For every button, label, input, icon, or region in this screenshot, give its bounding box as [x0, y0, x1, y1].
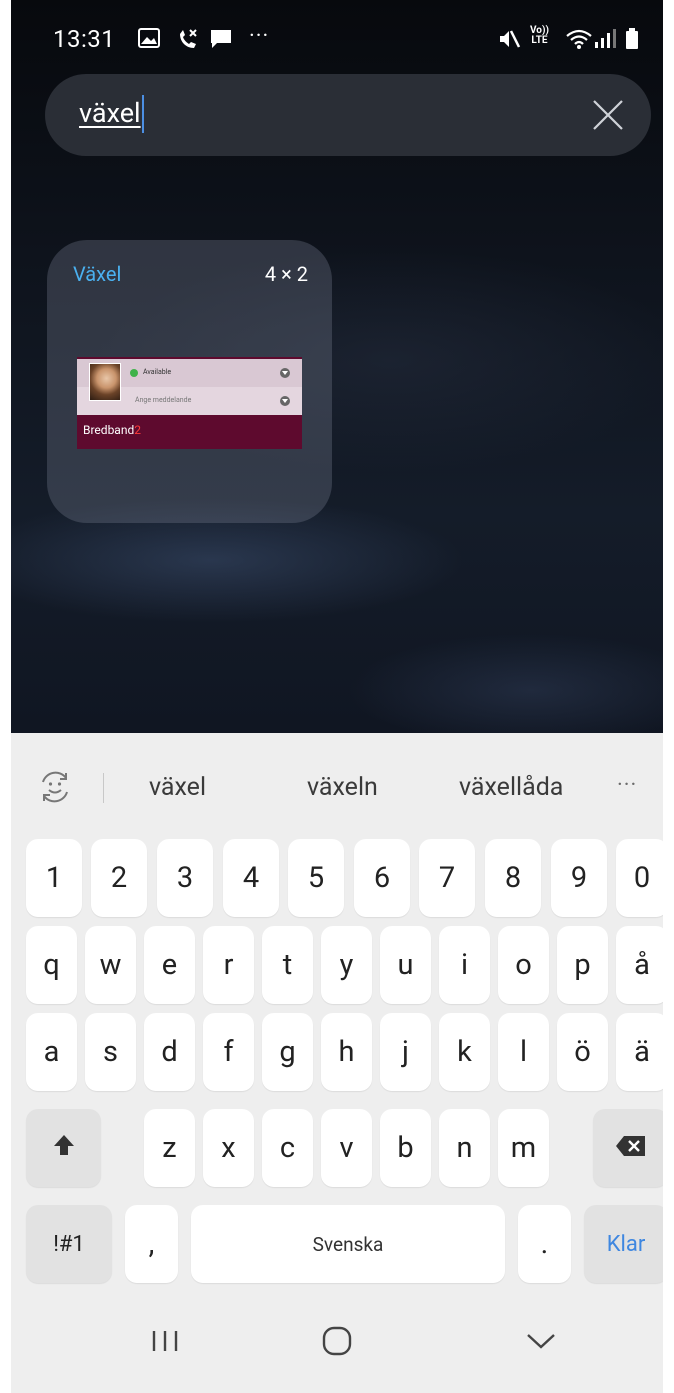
close-icon[interactable] — [591, 98, 625, 132]
brand-number: 2 — [134, 423, 141, 437]
battery-icon — [625, 28, 639, 54]
preview-status-text: Available — [143, 368, 172, 376]
dropdown-icon — [280, 396, 290, 406]
shift-key[interactable] — [26, 1109, 101, 1187]
status-dot-icon — [130, 369, 138, 377]
key-b[interactable]: b — [380, 1109, 431, 1187]
gallery-icon — [138, 28, 160, 52]
dropdown-icon — [280, 368, 290, 378]
navigation-bar — [11, 1293, 663, 1393]
comma-key[interactable]: , — [125, 1205, 178, 1283]
preview-status-panel: Available Ange meddelande — [77, 359, 302, 415]
key-m[interactable]: m — [498, 1109, 549, 1187]
key-8[interactable]: 8 — [485, 839, 541, 917]
shift-icon — [52, 1131, 76, 1165]
clock: 13:31 — [53, 25, 116, 53]
key-a[interactable]: a — [26, 1013, 77, 1091]
key-r[interactable]: r — [203, 926, 254, 1004]
done-key[interactable]: Klar — [584, 1205, 663, 1283]
suggestion-bar: växel växeln växellåda ··· — [11, 733, 663, 841]
key-g[interactable]: g — [262, 1013, 313, 1091]
key-a-ring[interactable]: å — [616, 926, 663, 1004]
widget-card[interactable]: Växel 4 × 2 Available Ange meddelande Br… — [47, 240, 332, 523]
brand-text: Bredband — [83, 423, 135, 437]
key-3[interactable]: 3 — [157, 839, 213, 917]
key-2[interactable]: 2 — [91, 839, 147, 917]
key-6[interactable]: 6 — [354, 839, 410, 917]
preview-message-placeholder: Ange meddelande — [135, 396, 192, 404]
key-o-umlaut[interactable]: ö — [557, 1013, 608, 1091]
key-f[interactable]: f — [203, 1013, 254, 1091]
suggestion-3[interactable]: växellåda — [459, 773, 563, 802]
key-p[interactable]: p — [557, 926, 608, 1004]
status-bar: 13:31 ··· Vo)) LTE — [11, 16, 663, 66]
key-a-umlaut[interactable]: ä — [616, 1013, 663, 1091]
suggestion-divider — [103, 773, 104, 803]
more-icon: ··· — [249, 24, 270, 49]
key-t[interactable]: t — [262, 926, 313, 1004]
key-w[interactable]: w — [85, 926, 136, 1004]
backspace-key[interactable] — [593, 1109, 663, 1187]
volte-icon: Vo)) LTE — [530, 26, 549, 46]
spacebar[interactable]: Svenska — [191, 1205, 505, 1283]
key-h[interactable]: h — [321, 1013, 372, 1091]
period-key[interactable]: . — [518, 1205, 571, 1283]
keyboard: växel växeln växellåda ··· 1 2 3 4 5 6 7… — [11, 733, 663, 1293]
key-9[interactable]: 9 — [551, 839, 607, 917]
key-d[interactable]: d — [144, 1013, 195, 1091]
key-u[interactable]: u — [380, 926, 431, 1004]
key-i[interactable]: i — [439, 926, 490, 1004]
missed-call-icon — [176, 28, 200, 54]
symbols-key[interactable]: !#1 — [26, 1205, 112, 1283]
key-1[interactable]: 1 — [26, 839, 82, 917]
emoji-icon[interactable] — [37, 769, 73, 805]
key-o[interactable]: o — [498, 926, 549, 1004]
key-e[interactable]: e — [144, 926, 195, 1004]
key-4[interactable]: 4 — [223, 839, 279, 917]
key-v[interactable]: v — [321, 1109, 372, 1187]
wifi-icon — [565, 28, 593, 54]
home-icon[interactable] — [307, 1311, 367, 1371]
key-k[interactable]: k — [439, 1013, 490, 1091]
key-j[interactable]: j — [380, 1013, 431, 1091]
search-bar[interactable]: växel — [45, 74, 651, 156]
mute-icon — [497, 28, 521, 54]
widget-preview: Available Ange meddelande Bredband2 — [77, 357, 302, 449]
more-suggestions-icon[interactable]: ··· — [617, 773, 637, 798]
key-7[interactable]: 7 — [419, 839, 475, 917]
key-x[interactable]: x — [203, 1109, 254, 1187]
key-q[interactable]: q — [26, 926, 77, 1004]
avatar — [89, 363, 121, 401]
message-icon — [209, 28, 233, 54]
key-0[interactable]: 0 — [616, 839, 663, 917]
phone-screen: 13:31 ··· Vo)) LTE växel Växel 4 × 2 Ava… — [11, 0, 663, 1393]
key-c[interactable]: c — [262, 1109, 313, 1187]
signal-icon — [594, 28, 618, 54]
key-l[interactable]: l — [498, 1013, 549, 1091]
widget-size: 4 × 2 — [264, 262, 308, 286]
lte-label: LTE — [531, 35, 548, 46]
search-input[interactable]: växel — [79, 95, 144, 133]
key-5[interactable]: 5 — [288, 839, 344, 917]
suggestion-2[interactable]: växeln — [307, 773, 378, 802]
key-y[interactable]: y — [321, 926, 372, 1004]
key-s[interactable]: s — [85, 1013, 136, 1091]
brand-logo: Bredband2 — [83, 423, 141, 437]
suggestion-1[interactable]: växel — [149, 773, 206, 802]
backspace-icon — [615, 1131, 647, 1165]
key-z[interactable]: z — [144, 1109, 195, 1187]
back-icon[interactable] — [511, 1311, 571, 1371]
recents-icon[interactable] — [135, 1311, 195, 1371]
key-n[interactable]: n — [439, 1109, 490, 1187]
widget-name: Växel — [73, 262, 122, 286]
